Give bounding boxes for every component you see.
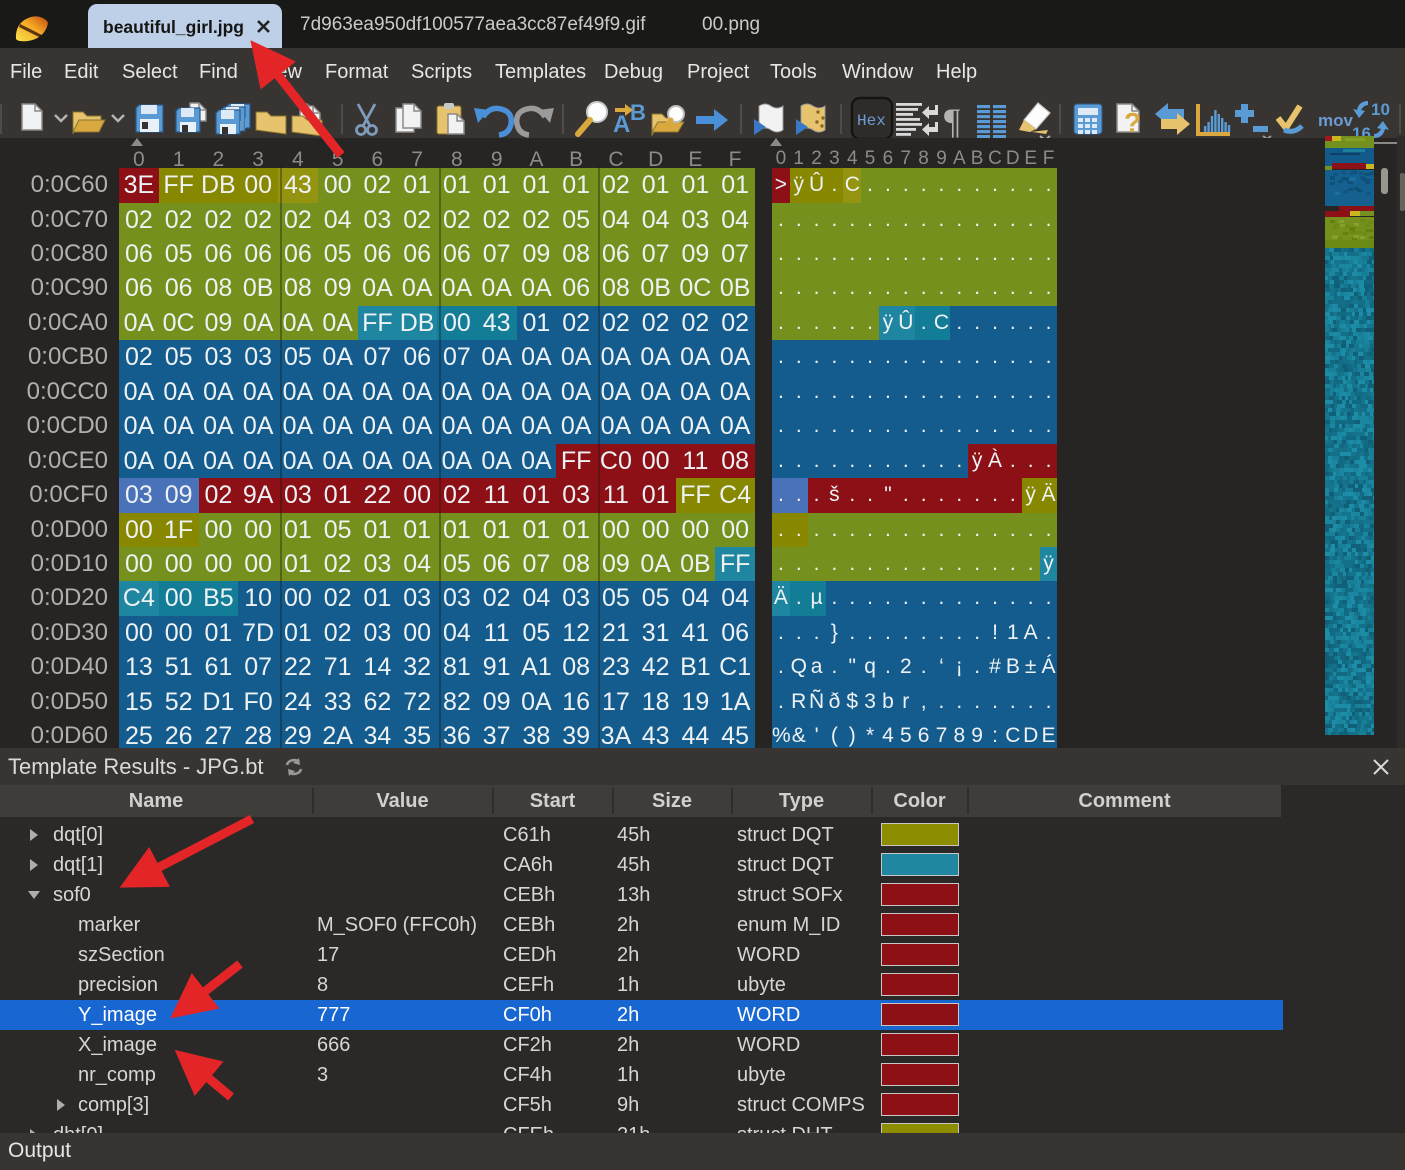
svg-text:B: B xyxy=(630,100,646,125)
svg-text:?: ? xyxy=(1124,107,1141,138)
svg-text:¶: ¶ xyxy=(944,101,960,141)
svg-text:Hex: Hex xyxy=(857,112,886,130)
svg-text:10: 10 xyxy=(1371,100,1390,119)
svg-text:A: A xyxy=(613,111,630,138)
svg-text:mov: mov xyxy=(1318,111,1354,130)
